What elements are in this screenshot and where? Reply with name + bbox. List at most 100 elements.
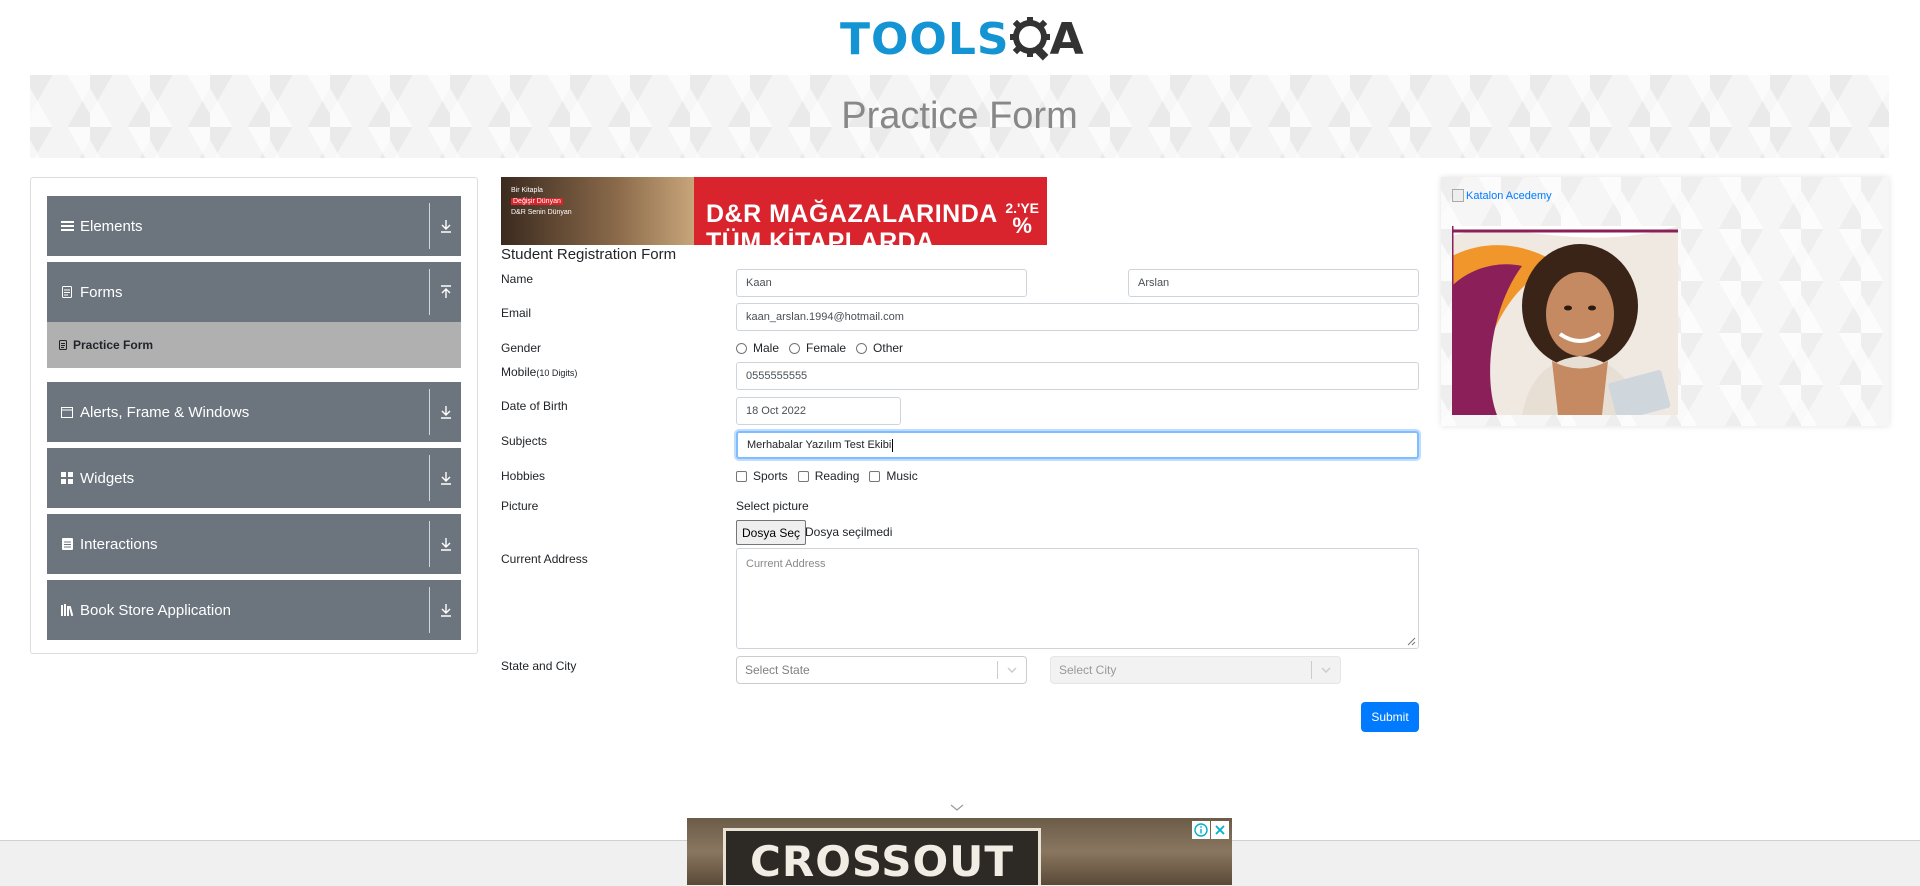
hamburger-icon (60, 219, 74, 233)
sidebar-item-label: Practice Form (73, 338, 154, 352)
radio-label: Female (806, 341, 847, 355)
books-icon (60, 603, 74, 617)
choose-file-button[interactable]: Dosya Seç (736, 520, 807, 545)
window-icon (60, 405, 74, 419)
gender-option-other[interactable]: Other (856, 341, 903, 355)
ad-image-woman[interactable] (1452, 226, 1678, 415)
radio-label: Other (873, 341, 904, 355)
ad-banner-bottom[interactable]: CROSSOUT (687, 818, 1232, 885)
chevron-down-icon[interactable] (430, 580, 461, 640)
chevron-up-icon[interactable] (430, 262, 461, 322)
sidebar-group-label: Interactions (80, 535, 158, 553)
checkbox[interactable] (736, 470, 747, 482)
checkbox-label: Sports (753, 469, 788, 483)
sidebar: Elements Forms Practice Form Alerts, Fra… (30, 177, 478, 654)
sidebar-group-label: Book Store Application (80, 601, 231, 619)
ad-text: D&R Senin Dünyan (511, 209, 572, 216)
hobbies-checkbox-group: Sports Reading Music (736, 469, 928, 483)
sidebar-group-book-store[interactable]: Book Store Application (47, 580, 461, 640)
divider (429, 587, 430, 633)
image-alt-text: Katalon Acedemy (1466, 189, 1552, 202)
ad-game-title: CROSSOUT (750, 837, 1014, 885)
chevron-down-icon[interactable] (430, 448, 461, 508)
divider (429, 521, 430, 567)
mobile-label-text: Mobile (501, 365, 537, 379)
first-name-input[interactable]: Kaan (736, 269, 1027, 297)
sidebar-group-label: Elements (80, 217, 143, 235)
list-icon (60, 537, 74, 551)
select-picture-label: Select picture (736, 499, 809, 513)
ad-headline-block: D&R MAĞAZALARINDA TÜM KİTAPLARDA 2.'YE% (694, 177, 1047, 245)
close-icon[interactable] (1211, 821, 1229, 839)
sidebar-item-practice-form[interactable]: Practice Form (47, 322, 461, 368)
address-label: Current Address (501, 552, 588, 566)
checkbox[interactable] (797, 470, 809, 482)
sidebar-group-widgets[interactable]: Widgets (47, 448, 461, 508)
hobby-option-sports[interactable]: Sports (736, 469, 788, 483)
document-icon (59, 340, 67, 350)
dob-input[interactable]: 18 Oct 2022 (736, 397, 901, 425)
toolsqa-logo[interactable]: TOOLS A (840, 12, 1084, 66)
chevron-down-icon[interactable] (430, 196, 461, 256)
radio-label: Male (753, 341, 780, 355)
logo-text-a: A (1049, 13, 1084, 65)
submit-button[interactable]: Submit (1361, 702, 1419, 732)
hobby-option-reading[interactable]: Reading (797, 469, 860, 483)
form-title: Student Registration Form (501, 246, 677, 263)
mobile-label: Mobile(10 Digits) (501, 365, 577, 379)
current-address-textarea[interactable]: Current Address (736, 548, 1419, 649)
woman-photo-icon (1452, 226, 1678, 415)
chevron-down-icon[interactable] (998, 667, 1026, 673)
chevron-down-icon[interactable] (430, 514, 461, 574)
info-icon[interactable] (1192, 821, 1210, 839)
gender-radio-group: Male Female Other (736, 341, 913, 355)
hobbies-label: Hobbies (501, 469, 546, 483)
ad-banner-top[interactable]: Bir Kitapla Değişir Dünyan D&R Senin Dün… (501, 177, 1047, 245)
gender-option-female[interactable]: Female (789, 341, 846, 355)
chevron-down-icon (1312, 667, 1340, 673)
state-select[interactable]: Select State (736, 656, 1027, 684)
dob-label: Date of Birth (501, 399, 568, 413)
checkbox[interactable] (869, 470, 881, 482)
document-icon (60, 285, 74, 299)
broken-image-link[interactable]: Katalon Acedemy (1452, 189, 1552, 202)
subjects-value: Merhabalar Yazılım Test Ekibi (747, 439, 892, 451)
last-name-input[interactable]: Arslan (1128, 269, 1419, 297)
text-caret (892, 438, 894, 452)
ad-image-reader: Bir Kitapla Değişir Dünyan D&R Senin Dün… (501, 177, 694, 245)
gender-option-male[interactable]: Male (736, 341, 779, 355)
ad-side-text: 2.'YE% (1005, 201, 1039, 237)
radio-button[interactable] (856, 342, 868, 354)
ad-text: Bir Kitapla (511, 187, 543, 194)
radio-button[interactable] (789, 342, 801, 354)
chevron-down-icon[interactable] (950, 804, 964, 812)
ad-side-percent: % (1012, 213, 1032, 238)
sidebar-group-label: Alerts, Frame & Windows (80, 403, 250, 421)
mobile-hint: (10 Digits) (536, 368, 578, 378)
email-field[interactable]: kaan_arslan.1994@hotmail.com (736, 303, 1419, 331)
divider (429, 389, 430, 435)
logo-text-qa: A (1009, 13, 1084, 65)
ad-game-logo: CROSSOUT (723, 828, 1041, 885)
ad-headline: D&R MAĞAZALARINDA (706, 200, 998, 228)
ad-text: Değişir Dünyan (511, 198, 563, 205)
page-title: Practice Form (841, 95, 1078, 137)
logo-text-tools: TOOLS (840, 13, 1010, 65)
mobile-input[interactable]: 0555555555 (736, 362, 1419, 390)
sidebar-group-elements[interactable]: Elements (47, 196, 461, 256)
sidebar-group-alerts[interactable]: Alerts, Frame & Windows (47, 382, 461, 442)
subjects-input[interactable]: Merhabalar Yazılım Test Ekibi (736, 431, 1419, 459)
hobby-option-music[interactable]: Music (869, 469, 918, 483)
page-banner: Practice Form (30, 75, 1889, 158)
subjects-label: Subjects (501, 434, 548, 448)
radio-button[interactable] (736, 342, 747, 354)
resize-handle-icon[interactable] (1407, 637, 1416, 646)
grid-icon (60, 471, 74, 485)
chevron-down-icon[interactable] (430, 382, 461, 442)
sidebar-group-interactions[interactable]: Interactions (47, 514, 461, 574)
state-select-value: Select State (745, 663, 810, 677)
checkbox-label: Reading (814, 469, 860, 483)
name-label: Name (501, 272, 534, 286)
sidebar-group-forms[interactable]: Forms (47, 262, 461, 322)
gear-q-icon (1009, 17, 1050, 61)
